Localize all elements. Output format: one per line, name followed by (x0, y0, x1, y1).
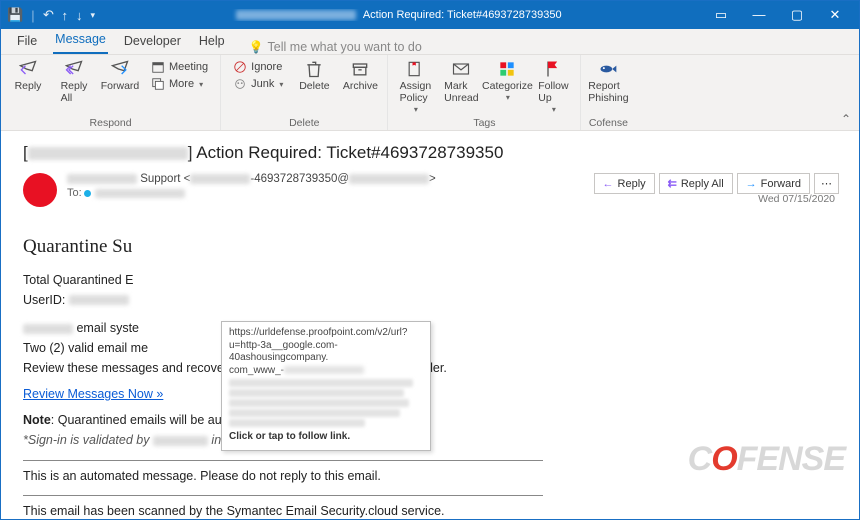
close-button[interactable]: ✕ (817, 7, 853, 23)
header-reply-button[interactable]: ←Reply (594, 173, 655, 194)
link-hover-tooltip: https://urldefense.proofpoint.com/v2/url… (221, 321, 431, 451)
body-line-1: email syste folder. (23, 319, 839, 337)
ribbon-group-respond: Reply Reply All Forward Meeting (1, 55, 221, 130)
delete-stack: Ignore Junk▾ (225, 57, 291, 94)
body-line-3: Review these messages and recover your l… (23, 359, 839, 377)
qat-sep: | (31, 8, 34, 23)
tooltip-url-line1: https://urldefense.proofpoint.com/v2/url… (229, 327, 423, 340)
more-respond-button[interactable]: More▾ (147, 76, 212, 92)
to-line: To: (67, 187, 594, 199)
forward-button[interactable]: Forward (97, 57, 143, 94)
tell-me-search[interactable]: 💡 Tell me what you want to do (249, 40, 422, 54)
message-body: [] Action Required: Ticket#4693728739350… (1, 131, 859, 519)
header-forward-button[interactable]: →Forward (737, 173, 810, 194)
message-header: Support <-4693728739350@> To: ←Reply ⇇Re… (23, 173, 839, 207)
up-arrow-icon[interactable]: ↑ (61, 8, 68, 23)
tab-message[interactable]: Message (53, 28, 108, 54)
down-arrow-icon[interactable]: ↓ (76, 8, 83, 23)
tooltip-follow-link: Click or tap to follow link. (229, 431, 423, 444)
userid-line: UserID: (23, 291, 839, 309)
qat-dropdown-icon[interactable]: ▾ (90, 10, 95, 21)
categorize-button[interactable]: Categorize▾ (484, 57, 530, 104)
ignore-button[interactable]: Ignore (229, 59, 287, 75)
ribbon-tabs: File Message Developer Help 💡 Tell me wh… (1, 29, 859, 55)
quarantine-heading: Quarantine Su (23, 233, 839, 261)
header-reply-all-button[interactable]: ⇇Reply All (659, 173, 733, 194)
review-messages-link[interactable]: Review Messages Now » (23, 385, 163, 403)
follow-up-button[interactable]: Follow Up▾ (530, 57, 576, 116)
reply-all-button[interactable]: Reply All (51, 57, 97, 106)
scan-notice-1: This email has been scanned by the Syman… (23, 502, 839, 519)
divider-2 (23, 495, 543, 496)
message-subject: [] Action Required: Ticket#4693728739350 (23, 143, 839, 163)
divider (23, 460, 543, 461)
report-phishing-button[interactable]: Report Phishing (585, 57, 631, 106)
cofense-watermark: COFENSE (688, 440, 845, 479)
sender-avatar-icon (23, 173, 57, 207)
from-line: Support <-4693728739350@> (67, 173, 594, 185)
title-redacted (236, 10, 356, 20)
ribbon-group-delete: Ignore Junk▾ Delete Archive Delete (221, 55, 388, 130)
tooltip-url-line3: com_www_- (229, 365, 423, 378)
meeting-button[interactable]: Meeting (147, 59, 212, 75)
reply-button[interactable]: Reply (5, 57, 51, 94)
undo-icon[interactable]: ↷ (43, 7, 54, 23)
window-title: Action Required: Ticket#4693728739350 (95, 9, 703, 21)
ribbon-group-tags: Assign Policy▾ Mark Unread Categorize▾ F… (388, 55, 581, 130)
outlook-window: 💾 | ↷ ↑ ↓ ▾ Action Required: Ticket#4693… (0, 0, 860, 520)
tab-help[interactable]: Help (197, 30, 227, 54)
save-icon[interactable]: 💾 (7, 7, 23, 23)
from-block: Support <-4693728739350@> To: (67, 173, 594, 199)
mark-unread-button[interactable]: Mark Unread (438, 57, 484, 106)
header-more-button[interactable]: ⋯ (814, 173, 839, 194)
ribbon-mode-icon[interactable]: ▭ (703, 7, 739, 23)
collapse-ribbon-icon[interactable]: ⌃ (841, 112, 851, 126)
message-received-date: Wed 07/15/2020 (758, 193, 835, 205)
presence-dot-icon (84, 190, 91, 197)
note-line: Note: Quarantined emails will be automat… (23, 411, 839, 429)
subject-redacted (28, 147, 188, 160)
archive-button[interactable]: Archive (337, 57, 383, 94)
tab-file[interactable]: File (15, 30, 39, 54)
header-action-buttons: ←Reply ⇇Reply All →Forward ⋯ (594, 173, 839, 194)
junk-button[interactable]: Junk▾ (229, 76, 287, 92)
titlebar: 💾 | ↷ ↑ ↓ ▾ Action Required: Ticket#4693… (1, 1, 859, 29)
quick-access-toolbar: 💾 | ↷ ↑ ↓ ▾ (7, 7, 95, 23)
tab-developer[interactable]: Developer (122, 30, 183, 54)
total-quarantined-line: Total Quarantined E (23, 271, 839, 289)
window-controls: ▭ — ▢ ✕ (703, 7, 853, 23)
lightbulb-icon: 💡 (249, 40, 264, 54)
maximize-button[interactable]: ▢ (779, 7, 815, 23)
assign-policy-button[interactable]: Assign Policy▾ (392, 57, 438, 116)
ribbon-group-cofense: Report Phishing Cofense (581, 55, 635, 130)
ribbon: Reply Reply All Forward Meeting (1, 55, 859, 131)
tooltip-url-line2: u=http-3a__google.com-40ashousingcompany… (229, 340, 423, 365)
delete-button[interactable]: Delete (291, 57, 337, 94)
respond-stack: Meeting More▾ (143, 57, 216, 94)
body-line-2: Two (2) valid email meletion. (23, 339, 839, 357)
minimize-button[interactable]: — (741, 7, 777, 23)
